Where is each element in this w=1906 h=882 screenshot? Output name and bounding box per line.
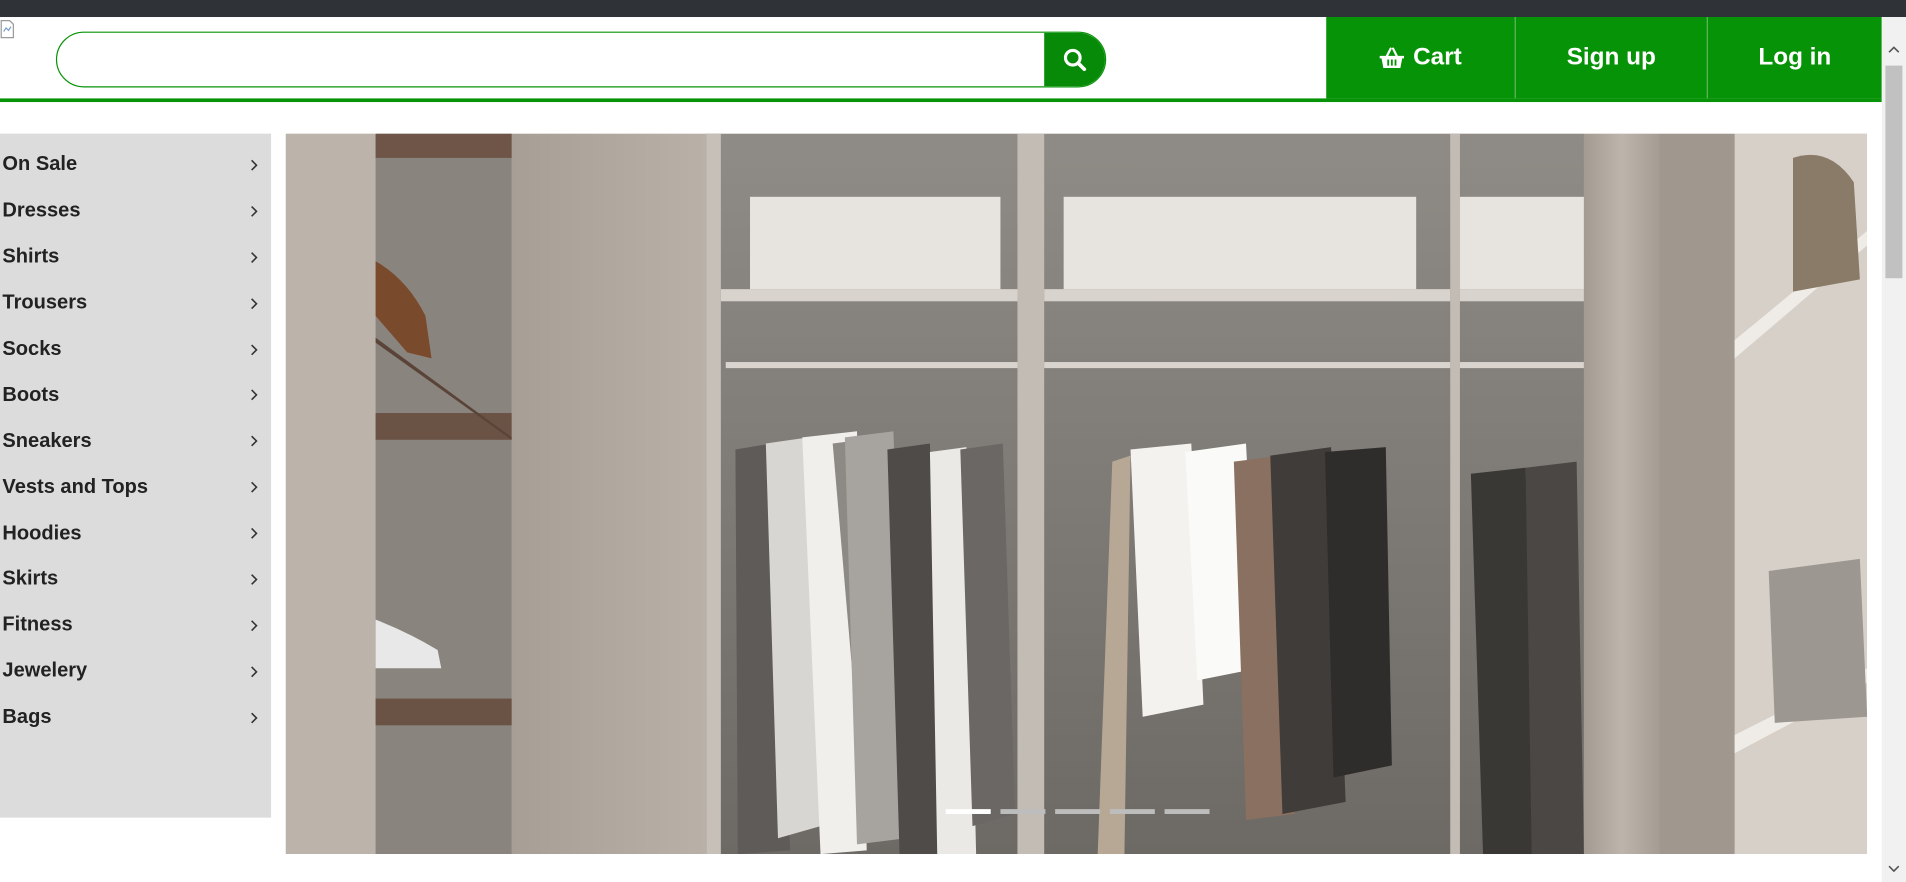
carousel-dot-1[interactable] <box>945 809 991 814</box>
browser-top-strip <box>0 0 1906 18</box>
login-label: Log in <box>1758 43 1832 71</box>
category-item-shirts[interactable]: Shirts <box>0 234 271 280</box>
category-item-jewelery[interactable]: Jewelery <box>0 649 271 695</box>
signup-label: Sign up <box>1566 43 1656 71</box>
category-label: Shirts <box>2 245 60 268</box>
category-label: Trousers <box>2 291 88 314</box>
category-label: Skirts <box>2 567 59 590</box>
carousel-indicators <box>945 809 1210 814</box>
scrollbar-thumb[interactable] <box>1885 65 1903 279</box>
chevron-right-icon <box>251 159 258 171</box>
category-label: Fitness <box>2 613 73 636</box>
hero-carousel[interactable] <box>285 133 1868 855</box>
search-bar <box>55 31 1107 88</box>
page-scrollbar[interactable] <box>1881 17 1906 882</box>
category-item-vests-and-tops[interactable]: Vests and Tops <box>0 464 271 510</box>
chevron-right-icon <box>251 620 258 631</box>
scroll-down-arrow-icon[interactable] <box>1882 858 1906 880</box>
category-label: On Sale <box>2 153 78 176</box>
chevron-right-icon <box>251 435 258 447</box>
search-input[interactable] <box>57 32 1045 87</box>
broken-image-icon[interactable] <box>0 19 15 39</box>
header-nav: Cart Sign up Log in <box>1326 17 1882 99</box>
carousel-dot-4[interactable] <box>1109 809 1155 814</box>
category-label: Boots <box>2 383 60 406</box>
cart-label: Cart <box>1413 43 1462 71</box>
chevron-right-icon <box>251 297 258 309</box>
cart-button[interactable]: Cart <box>1326 17 1514 98</box>
category-label: Hoodies <box>2 521 82 544</box>
category-item-boots[interactable]: Boots <box>0 372 271 418</box>
hero-wardrobe-image <box>285 133 1868 855</box>
carousel-dot-5[interactable] <box>1164 809 1210 814</box>
chevron-right-icon <box>251 251 258 263</box>
category-item-trousers[interactable]: Trousers <box>0 280 271 326</box>
search-button[interactable] <box>1044 32 1105 87</box>
chevron-right-icon <box>251 712 258 723</box>
carousel-dot-2[interactable] <box>1000 809 1046 814</box>
header-divider <box>0 98 1882 103</box>
page: Cart Sign up Log in On Sale Dresses Shir… <box>0 0 1906 882</box>
chevron-right-icon <box>251 666 258 677</box>
category-item-skirts[interactable]: Skirts <box>0 556 271 602</box>
category-item-sneakers[interactable]: Sneakers <box>0 418 271 464</box>
category-label: Sneakers <box>2 429 92 452</box>
search-icon <box>1063 48 1087 72</box>
chevron-right-icon <box>251 574 258 585</box>
category-item-hoodies[interactable]: Hoodies <box>0 510 271 556</box>
login-button[interactable]: Log in <box>1706 17 1882 99</box>
category-sidebar: On Sale Dresses Shirts Trousers Socks Bo… <box>0 133 272 818</box>
chevron-right-icon <box>251 481 258 493</box>
category-item-bags[interactable]: Bags <box>0 695 271 741</box>
signup-button[interactable]: Sign up <box>1514 17 1707 99</box>
category-item-fitness[interactable]: Fitness <box>0 602 271 648</box>
category-label: Socks <box>2 337 62 360</box>
carousel-dot-3[interactable] <box>1055 809 1101 814</box>
chevron-right-icon <box>251 343 258 355</box>
category-item-dresses[interactable]: Dresses <box>0 188 271 234</box>
chevron-right-icon <box>251 527 258 539</box>
category-label: Dresses <box>2 199 81 222</box>
chevron-right-icon <box>251 205 258 217</box>
scroll-up-arrow-icon[interactable] <box>1882 39 1906 61</box>
category-item-socks[interactable]: Socks <box>0 326 271 372</box>
category-item-on-sale[interactable]: On Sale <box>0 142 271 188</box>
category-label: Jewelery <box>2 659 88 682</box>
chevron-right-icon <box>251 389 258 401</box>
category-label: Vests and Tops <box>2 475 149 498</box>
basket-icon <box>1379 46 1406 70</box>
category-label: Bags <box>2 706 52 728</box>
